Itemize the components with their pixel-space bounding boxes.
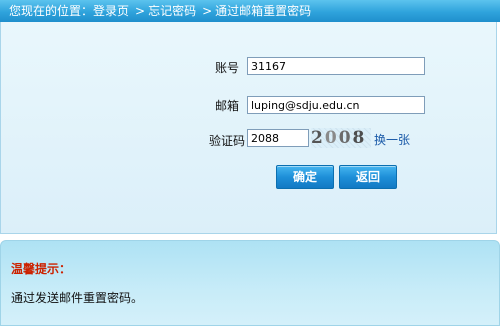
captcha-image[interactable]: 2008	[311, 128, 371, 148]
breadcrumb-item-reset-by-email: 通过邮箱重置密码	[215, 4, 312, 18]
captcha-digit: 2	[311, 128, 325, 148]
captcha-digit: 0	[338, 128, 353, 148]
tip-text: 通过发送邮件重置密码。	[11, 291, 144, 305]
captcha-label: 验证码	[208, 134, 245, 148]
breadcrumb-item-forgot-password[interactable]: 忘记密码	[148, 0, 196, 22]
captcha-digit: 8	[352, 128, 367, 148]
breadcrumb: 您现在的位置：登录页 > 忘记密码 > 通过邮箱重置密码	[0, 0, 500, 22]
tip-title: 温馨提示：	[11, 262, 72, 276]
email-label: 邮箱	[214, 99, 239, 113]
breadcrumb-separator: >	[202, 4, 213, 18]
email-input[interactable]	[247, 96, 425, 114]
account-label: 账号	[214, 61, 239, 75]
back-button[interactable]: 返回	[339, 165, 397, 189]
tip-panel: 温馨提示： 通过发送邮件重置密码。	[0, 240, 500, 326]
reset-form-panel: 账号 邮箱 验证码 2008 换一张 确定 返回	[0, 22, 497, 234]
captcha-input[interactable]	[247, 129, 309, 147]
breadcrumb-separator: >	[135, 4, 146, 18]
breadcrumb-item-login[interactable]: 登录页	[93, 0, 129, 22]
account-input[interactable]	[247, 57, 425, 75]
confirm-button[interactable]: 确定	[276, 165, 334, 189]
captcha-digit: 0	[324, 128, 339, 148]
refresh-captcha-link[interactable]: 换一张	[374, 131, 410, 148]
breadcrumb-prefix: 您现在的位置：	[9, 4, 94, 18]
